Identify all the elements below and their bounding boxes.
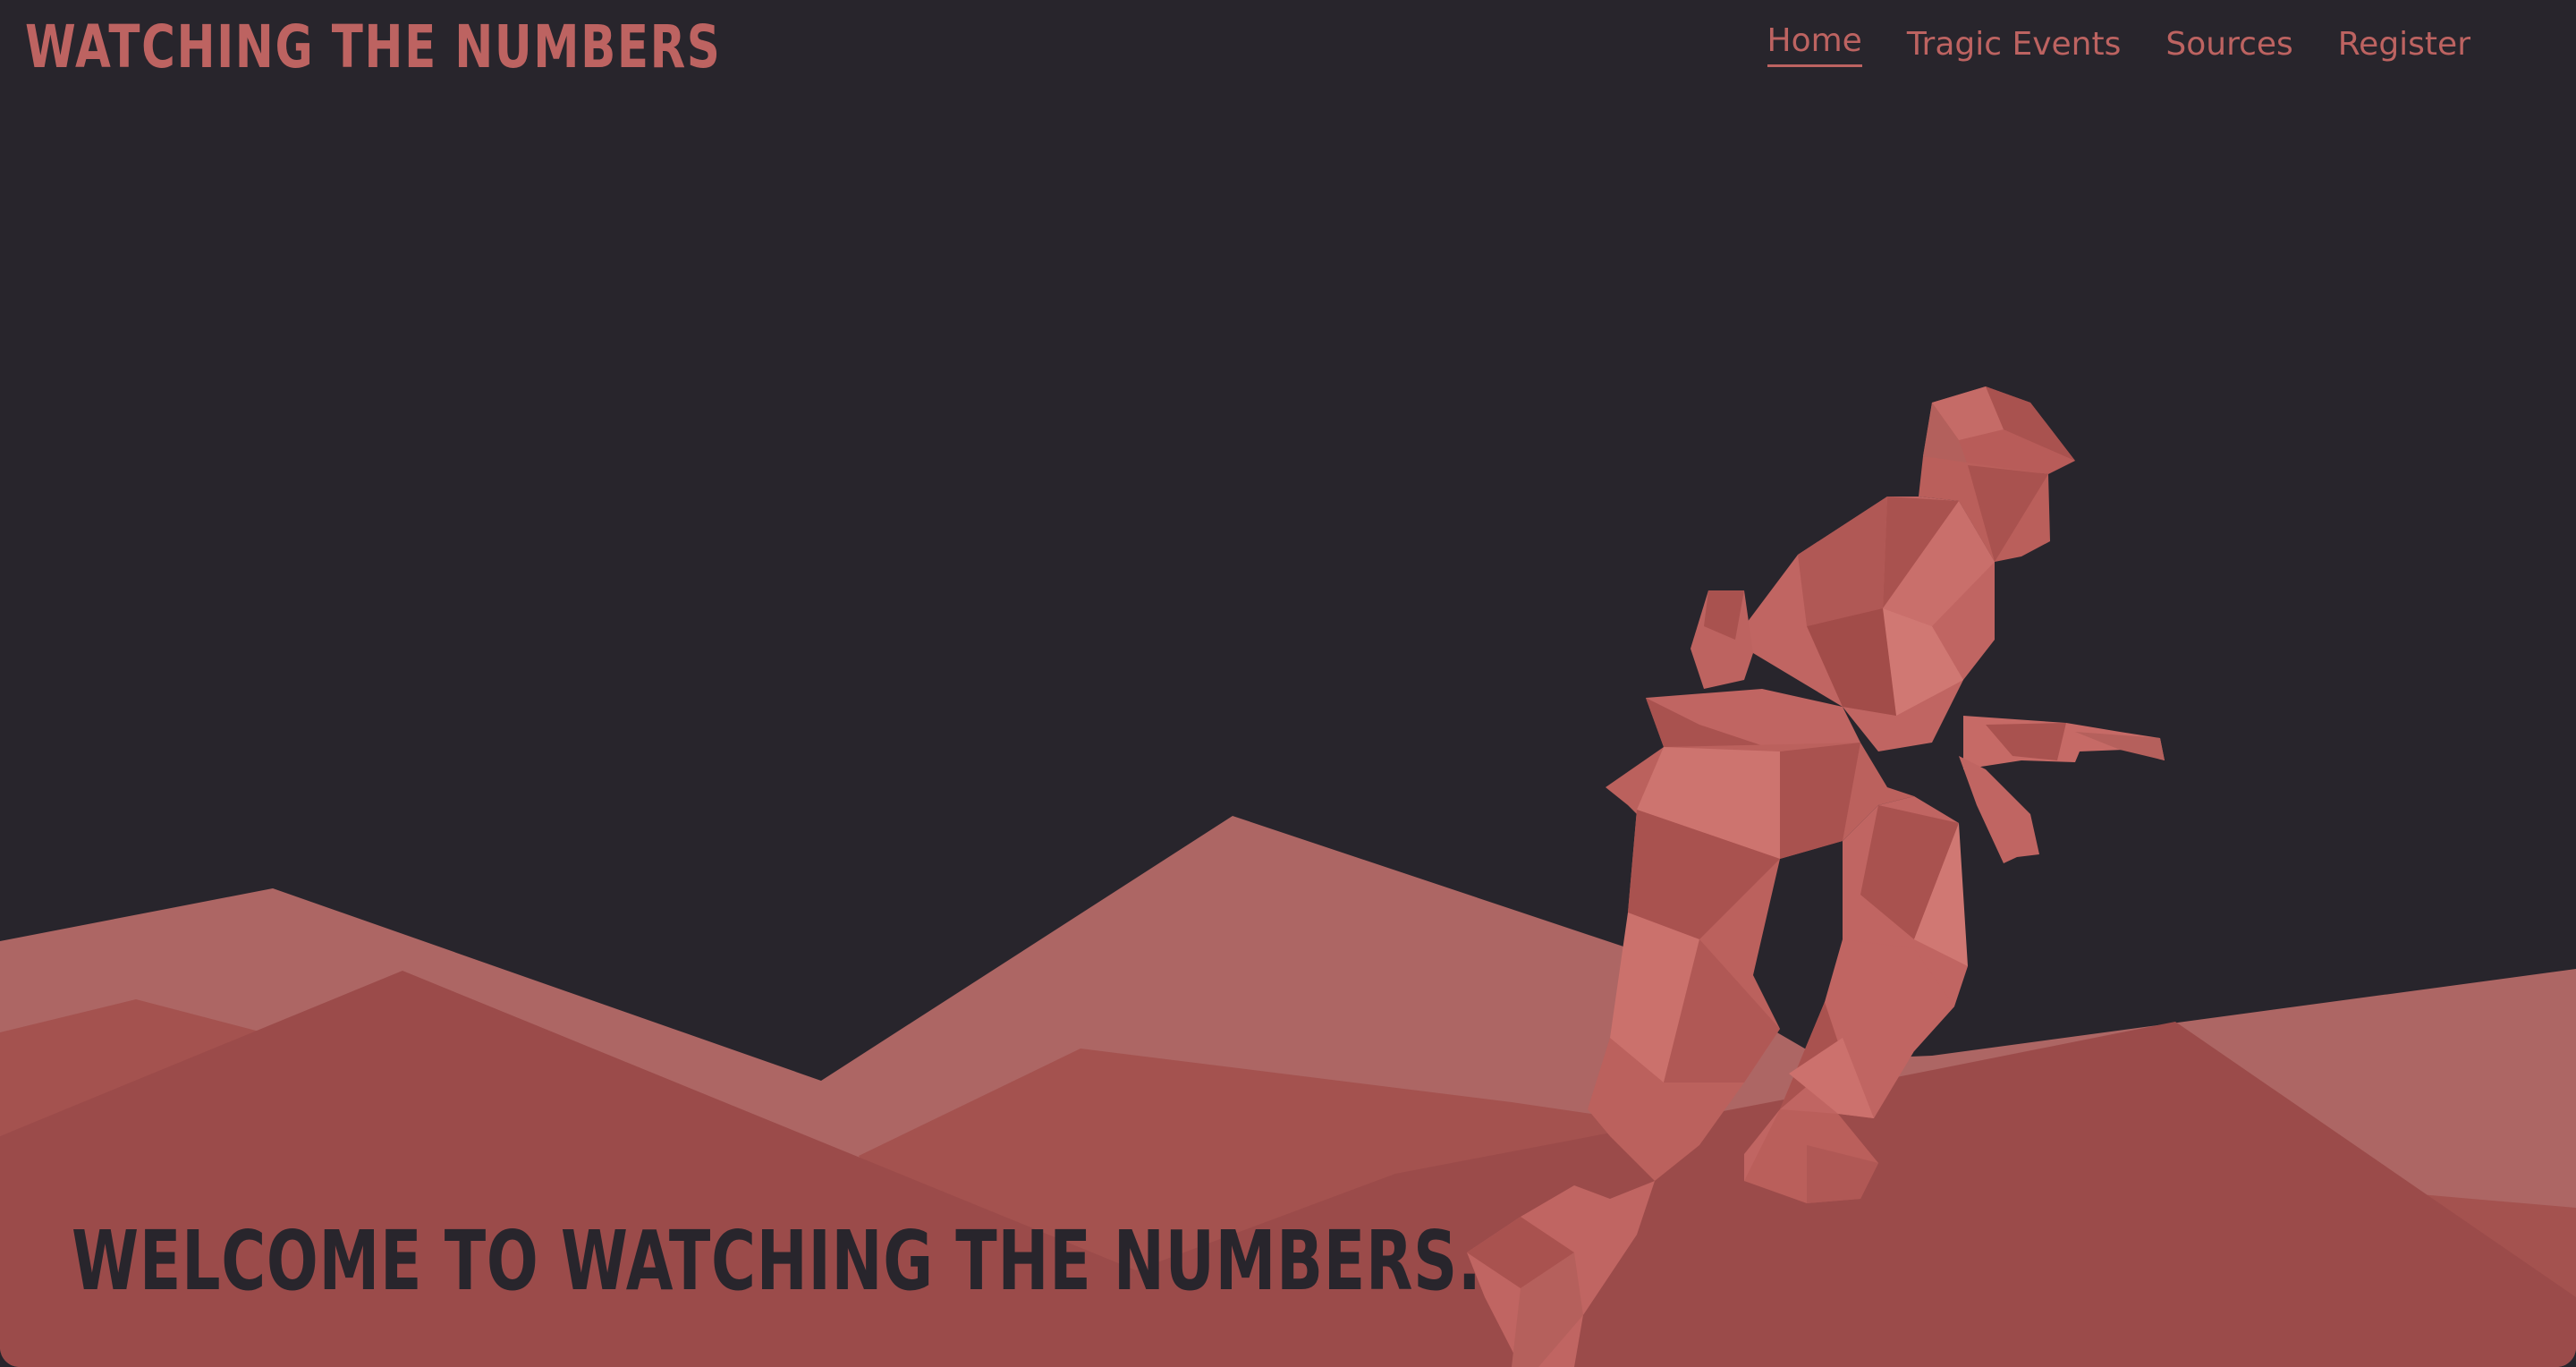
hero-headline: WELCOME TO WATCHING THE NUMBERS. — [72, 1213, 1482, 1309]
main-nav: Home Tragic Events Sources Register — [1767, 18, 2470, 72]
nav-link-sources[interactable]: Sources — [2165, 18, 2292, 72]
nav-link-home[interactable]: Home — [1767, 18, 1862, 67]
nav-link-tragic-events[interactable]: Tragic Events — [1907, 18, 2122, 72]
hero-illustration — [0, 386, 2576, 1367]
nav-link-register[interactable]: Register — [2338, 18, 2470, 72]
page: WATCHING THE NUMBERS Home Tragic Events … — [0, 0, 2576, 1367]
site-logo[interactable]: WATCHING THE NUMBERS — [25, 7, 721, 88]
